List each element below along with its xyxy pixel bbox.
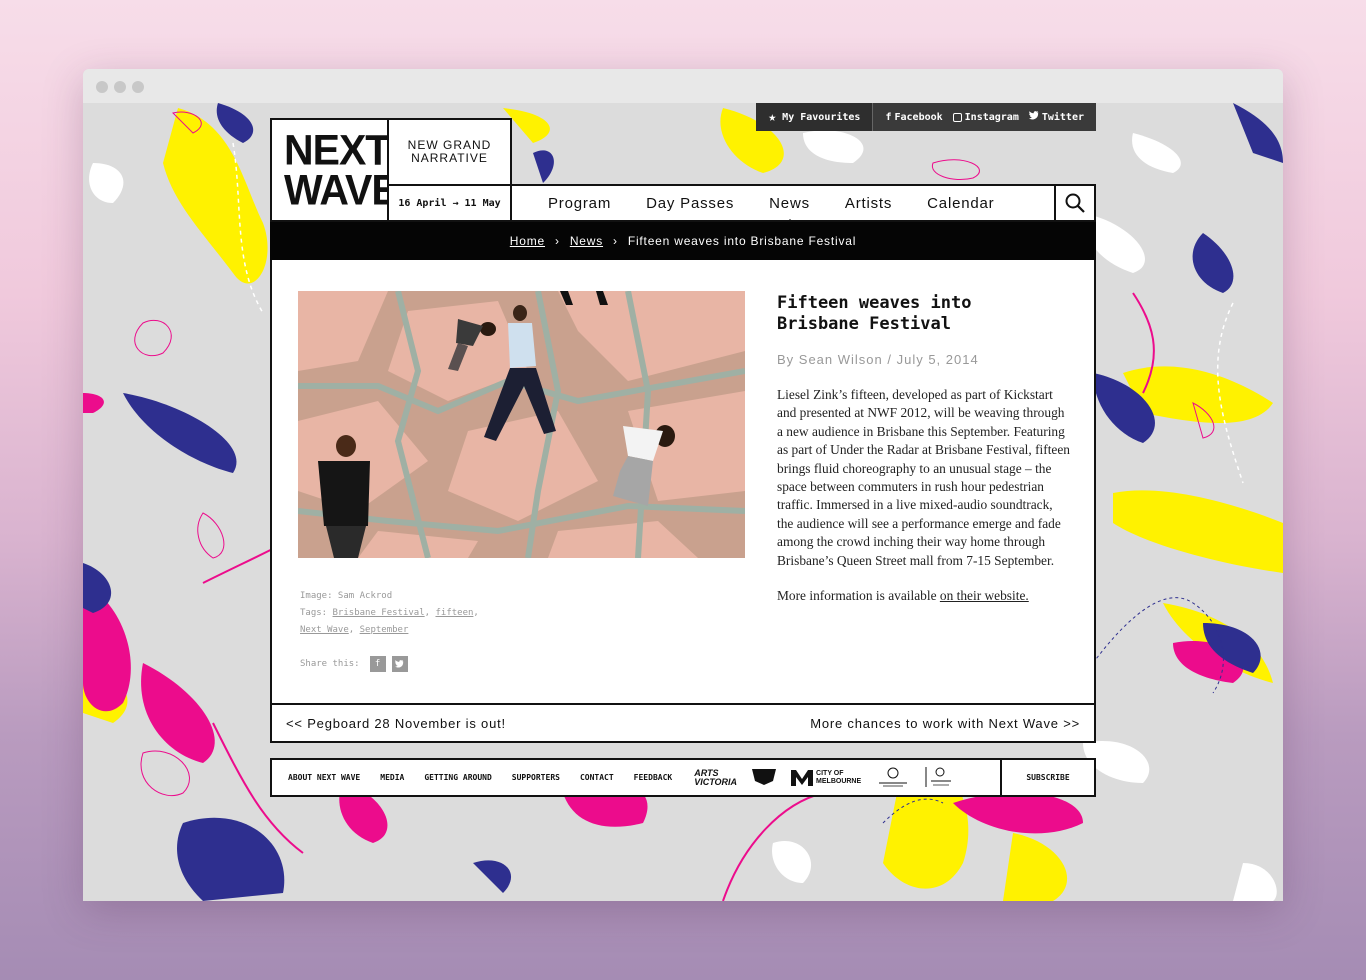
breadcrumb-current: Fifteen weaves into Brisbane Festival: [627, 234, 857, 248]
share-twitter-button[interactable]: [391, 656, 408, 672]
nav-item-artists[interactable]: Artists: [845, 195, 892, 212]
arts-victoria-logo[interactable]: ARTS VICTORIA: [694, 768, 738, 787]
article-paragraph: Liesel Zink’s fifteen, developed as part…: [777, 387, 1071, 568]
twitter-icon: [395, 660, 405, 668]
article-pager: << Pegboard 28 November is out! More cha…: [270, 705, 1096, 743]
twitter-link[interactable]: Twitter: [1028, 111, 1084, 123]
nav-item-news[interactable]: News: [769, 195, 810, 224]
browser-window: ★ My Favourites f Facebook Instagram Twi…: [83, 69, 1283, 901]
article-title: Fifteen weaves into Brisbane Festival: [777, 293, 972, 334]
share-label: Share this:: [300, 659, 360, 669]
article-body: Liesel Zink’s fifteen, developed as part…: [777, 386, 1072, 622]
footer-link-getting-around[interactable]: GETTING AROUND: [424, 773, 491, 782]
breadcrumb-news-link[interactable]: News: [570, 234, 603, 248]
next-wave-logo[interactable]: NEXT WAVE: [270, 118, 399, 222]
festival-dates: 16 April → 11 May: [387, 184, 512, 222]
article-tags: Tags: Brisbane Festival, fifteen, Next W…: [300, 608, 479, 635]
article-meta: Image: Sam Ackrod Tags: Brisbane Festiva…: [300, 588, 500, 639]
browser-chrome: [83, 69, 1283, 103]
nav-item-calendar[interactable]: Calendar: [927, 195, 994, 212]
next-post-link[interactable]: More chances to work with Next Wave >>: [810, 716, 1080, 731]
instagram-label: Instagram: [964, 111, 1019, 123]
breadcrumb: Home › News › Fifteen weaves into Brisba…: [270, 222, 1096, 260]
tags-label: Tags:: [300, 608, 328, 618]
tag-link[interactable]: fifteen: [435, 608, 473, 618]
footer-link-contact[interactable]: CONTACT: [580, 773, 614, 782]
breadcrumb-home-link[interactable]: Home: [510, 234, 545, 248]
website-link[interactable]: on their website.: [940, 588, 1029, 603]
city-logo-line-1: CITY OF: [816, 769, 844, 777]
logo-line-1: NEXT: [284, 125, 390, 175]
share-bar: Share this: f: [300, 656, 408, 672]
footer-link-media[interactable]: MEDIA: [380, 773, 404, 782]
footer-link-about[interactable]: ABOUT NEXT WAVE: [288, 773, 360, 782]
facebook-label: Facebook: [894, 111, 943, 123]
site-footer: ABOUT NEXT WAVE MEDIA GETTING AROUND SUP…: [270, 758, 1096, 797]
twitter-label: Twitter: [1041, 111, 1084, 123]
city-of-melbourne-logo[interactable]: CITY OF MELBOURNE: [791, 769, 862, 786]
star-icon: ★: [768, 109, 777, 125]
share-facebook-button[interactable]: f: [369, 656, 386, 672]
article-photo: [298, 291, 745, 558]
festival-tagline: NEW GRAND NARRATIVE: [387, 118, 512, 186]
paragraph-text: More information is available: [777, 588, 940, 604]
main-navigation: Program Day Passes News Artists Calendar: [510, 184, 1096, 224]
city-logo-line-2: MELBOURNE: [816, 777, 862, 785]
subscribe-button[interactable]: SUBSCRIBE: [1000, 760, 1094, 795]
article-card: Image: Sam Ackrod Tags: Brisbane Festiva…: [270, 260, 1096, 705]
search-icon: [1065, 193, 1085, 213]
tag-link[interactable]: Next Wave: [300, 625, 349, 635]
image-credit: Image: Sam Ackrod: [300, 591, 393, 601]
subscribe-label: SUBSCRIBE: [1026, 773, 1070, 782]
facebook-icon: f: [374, 659, 381, 669]
australia-council-logo[interactable]: [925, 766, 955, 790]
my-favourites-button[interactable]: ★ My Favourites: [756, 103, 874, 131]
my-favourites-label: My Favourites: [782, 111, 861, 123]
tagline-line-2: NARRATIVE: [411, 151, 488, 165]
article-paragraph: More information is available on their w…: [777, 587, 1072, 605]
arts-victoria-line-2: VICTORIA: [694, 776, 738, 787]
page-canvas: ★ My Favourites f Facebook Instagram Twi…: [83, 103, 1283, 901]
dancers-photo-illustration: [298, 291, 745, 558]
top-utility-bar: ★ My Favourites f Facebook Instagram Twi…: [756, 103, 1096, 131]
window-dot[interactable]: [132, 81, 144, 93]
facebook-link[interactable]: f Facebook: [885, 112, 942, 123]
logo-line-2: WAVE: [284, 165, 399, 215]
social-links: f Facebook Instagram Twitter: [873, 103, 1096, 131]
nav-item-program[interactable]: Program: [548, 195, 611, 212]
article-byline: By Sean Wilson / July 5, 2014: [777, 352, 979, 367]
search-button[interactable]: [1054, 186, 1094, 220]
facebook-icon: f: [885, 111, 892, 123]
breadcrumb-separator: ›: [555, 234, 560, 248]
footer-link-supporters[interactable]: SUPPORTERS: [512, 773, 560, 782]
previous-post-link[interactable]: << Pegboard 28 November is out!: [286, 716, 506, 731]
tag-link[interactable]: September: [360, 625, 409, 635]
instagram-icon: [952, 112, 962, 122]
victoria-state-logo[interactable]: [751, 767, 777, 789]
sponsor-logos: ARTS VICTORIA CITY OF MELBOURNE: [694, 766, 955, 790]
footer-link-feedback[interactable]: FEEDBACK: [634, 773, 673, 782]
breadcrumb-separator: ›: [613, 234, 618, 248]
window-dot[interactable]: [96, 81, 108, 93]
australian-government-logo[interactable]: [875, 766, 911, 790]
window-dot[interactable]: [114, 81, 126, 93]
twitter-icon: [1028, 111, 1039, 123]
nav-item-day-passes[interactable]: Day Passes: [646, 195, 734, 212]
tag-link[interactable]: Brisbane Festival: [333, 608, 425, 618]
instagram-link[interactable]: Instagram: [952, 111, 1019, 123]
